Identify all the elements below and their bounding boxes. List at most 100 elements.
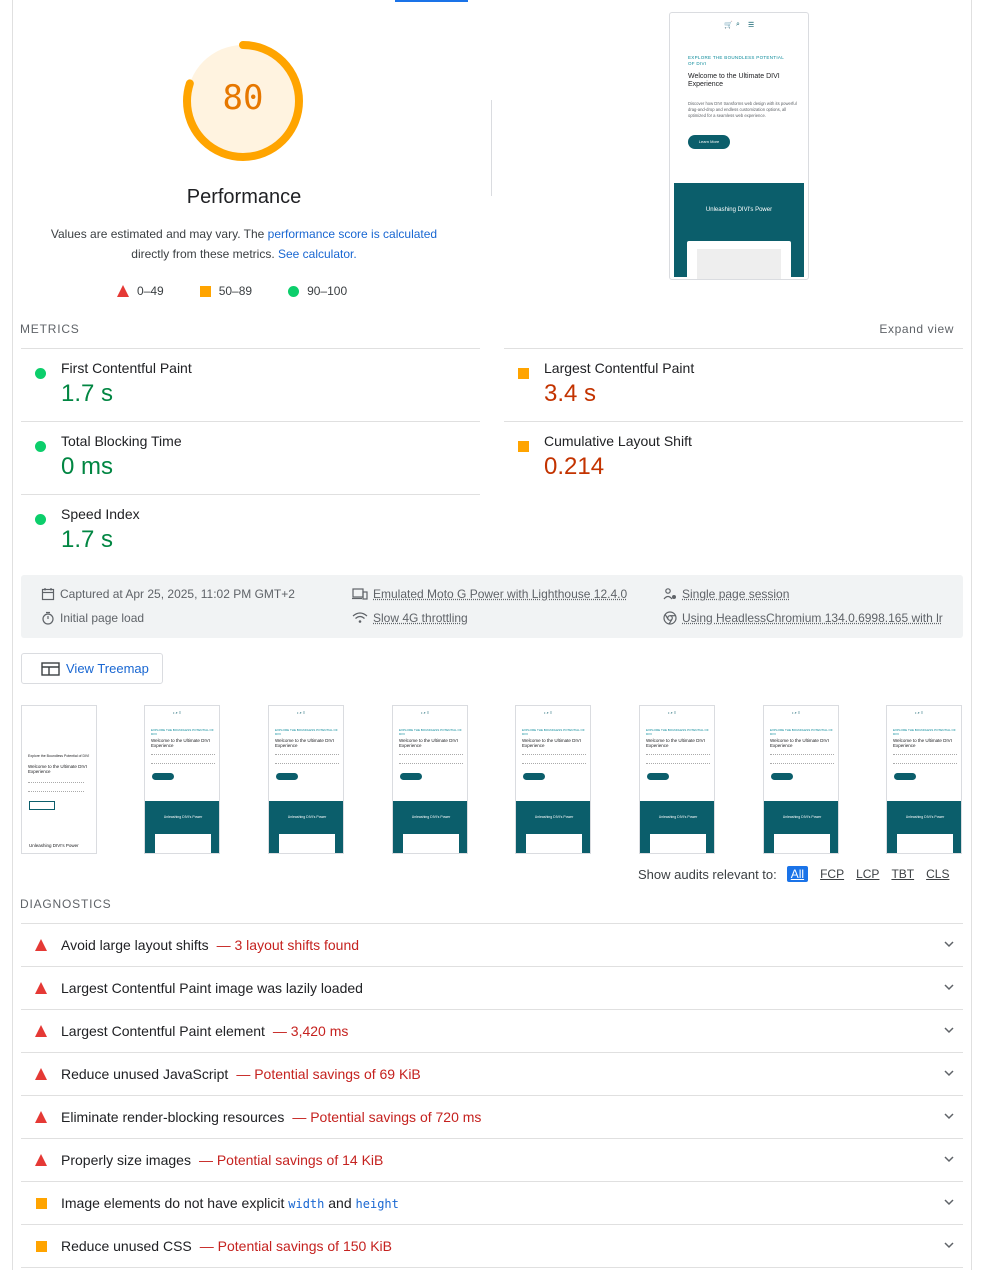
diagnostics-header: DIAGNOSTICS bbox=[20, 897, 112, 911]
final-screenshot[interactable]: 🛒 ⌕ ☰ EXPLORE THE BOUNDLESS POTENTIAL OF… bbox=[669, 12, 809, 280]
divider bbox=[504, 421, 963, 422]
devices-icon bbox=[352, 588, 368, 600]
score-value: 80 bbox=[222, 78, 264, 118]
frame-heading: Welcome to the Ultimate DIVI Experience bbox=[275, 738, 334, 748]
header-icons: • ⌕ ≡ bbox=[915, 710, 924, 715]
frame-band-title: Unleashing DIVI's Power bbox=[29, 843, 79, 848]
frame-band-title: Unleashing DIVI's Power bbox=[534, 815, 574, 819]
metric-label: Cumulative Layout Shift bbox=[544, 433, 692, 449]
audit-title: Image elements do not have explicit widt… bbox=[61, 1195, 399, 1211]
chevron-down-icon[interactable] bbox=[943, 1196, 955, 1208]
frame-band: Unleashing DIVI's Power bbox=[393, 801, 467, 853]
frame-body bbox=[151, 754, 215, 764]
legend-fail: 0–49 bbox=[137, 284, 164, 298]
frame-body bbox=[646, 754, 710, 764]
header-icons: • ⌕ ≡ bbox=[792, 710, 801, 715]
frame-kicker: EXPLORE THE BOUNDLESS POTENTIAL OF DIVI bbox=[770, 728, 833, 736]
session-row[interactable]: Single page session bbox=[663, 587, 789, 601]
divider bbox=[21, 494, 480, 495]
frame-card bbox=[774, 834, 830, 853]
screenshot-button: Learn More bbox=[688, 135, 730, 149]
filter-tbt[interactable]: TBT bbox=[891, 867, 914, 881]
chevron-down-icon[interactable] bbox=[943, 1153, 955, 1165]
filmstrip-frame: • ⌕ ≡ EXPLORE THE BOUNDLESS POTENTIAL OF … bbox=[392, 705, 468, 854]
frame-heading: Welcome to the Ultimate DIVI Experience bbox=[770, 738, 829, 748]
audit-title: Largest Contentful Paint image was lazil… bbox=[61, 980, 363, 996]
chevron-down-icon[interactable] bbox=[943, 1110, 955, 1122]
audit-row[interactable]: Largest Contentful Paint image was lazil… bbox=[21, 966, 963, 1009]
filter-lcp[interactable]: LCP bbox=[856, 867, 879, 881]
emulated-row[interactable]: Emulated Moto G Power with Lighthouse 12… bbox=[352, 587, 627, 601]
frame-button bbox=[152, 773, 174, 780]
chevron-down-icon[interactable] bbox=[943, 938, 955, 950]
audit-row[interactable]: Reduce unused JavaScript Potential savin… bbox=[21, 1052, 963, 1095]
filter-cls[interactable]: CLS bbox=[926, 867, 949, 881]
screenshot-body: Discover how DIVI transforms web design … bbox=[688, 101, 797, 118]
browser-row[interactable]: Using HeadlessChromium 134.0.6998.165 wi… bbox=[663, 611, 953, 625]
frame-kicker: EXPLORE THE BOUNDLESS POTENTIAL OF DIVI bbox=[893, 728, 956, 736]
active-tab-indicator bbox=[395, 0, 468, 2]
treemap-icon bbox=[41, 661, 60, 676]
audit-title: Avoid large layout shifts bbox=[61, 937, 209, 953]
audit-title: Reduce unused CSS bbox=[61, 1238, 192, 1254]
audit-row[interactable]: Largest Contentful Paint element 3,420 m… bbox=[21, 1009, 963, 1052]
frame-body bbox=[399, 754, 463, 764]
frame-kicker: EXPLORE THE BOUNDLESS POTENTIAL OF DIVI bbox=[646, 728, 709, 736]
frame-band: Unleashing DIVI's Power bbox=[516, 801, 590, 853]
throttling-row[interactable]: Slow 4G throttling bbox=[352, 611, 468, 625]
audit-row[interactable]: Avoid large layout shifts 3 layout shift… bbox=[21, 923, 963, 966]
frame-card bbox=[526, 834, 582, 853]
audit-title-part: Image elements do not have explicit bbox=[61, 1195, 289, 1211]
frame-card bbox=[650, 834, 706, 853]
chevron-down-icon[interactable] bbox=[943, 981, 955, 993]
captured-text: Captured at Apr 25, 2025, 11:02 PM GMT+2 bbox=[60, 587, 295, 601]
chevron-down-icon[interactable] bbox=[943, 1067, 955, 1079]
filmstrip-frame: • ⌕ ≡ EXPLORE THE BOUNDLESS POTENTIAL OF … bbox=[144, 705, 220, 854]
emulated-device-text[interactable]: Emulated Moto G Power with Lighthouse 12… bbox=[373, 587, 627, 601]
audit-code: width bbox=[288, 1197, 325, 1211]
audit-display-value: Potential savings of 69 KiB bbox=[236, 1066, 421, 1082]
average-square-icon bbox=[518, 368, 529, 379]
chevron-down-icon[interactable] bbox=[943, 1239, 955, 1251]
metric-label: Largest Contentful Paint bbox=[544, 360, 695, 376]
audit-display-value: Potential savings of 14 KiB bbox=[199, 1152, 384, 1168]
legend-pass: 90–100 bbox=[307, 284, 348, 298]
header-icons: • ⌕ ≡ bbox=[544, 710, 553, 715]
average-square-icon bbox=[35, 1197, 47, 1209]
browser-text[interactable]: Using HeadlessChromium 134.0.6998.165 wi… bbox=[682, 611, 943, 625]
pass-circle-icon bbox=[35, 514, 46, 525]
view-treemap-label: View Treemap bbox=[66, 661, 149, 676]
audit-row[interactable]: Image elements do not have explicit widt… bbox=[21, 1181, 963, 1224]
filter-all[interactable]: All bbox=[786, 866, 809, 882]
frame-card bbox=[897, 834, 953, 853]
fail-triangle-icon bbox=[35, 1154, 47, 1166]
chevron-down-icon[interactable] bbox=[943, 1024, 955, 1036]
score-calculated-link[interactable]: performance score is calculated bbox=[268, 227, 437, 241]
fail-triangle-icon bbox=[35, 1025, 47, 1037]
metric-label: Total Blocking Time bbox=[61, 433, 182, 449]
metric-label: First Contentful Paint bbox=[61, 360, 192, 376]
score-description: Values are estimated and may vary. The p… bbox=[44, 224, 444, 264]
audit-row[interactable]: Reduce unused CSS Potential savings of 1… bbox=[21, 1224, 963, 1267]
session-text[interactable]: Single page session bbox=[682, 587, 789, 601]
filmstrip-frame: • ⌕ ≡ EXPLORE THE BOUNDLESS POTENTIAL OF … bbox=[639, 705, 715, 854]
pass-circle-icon bbox=[35, 441, 46, 452]
metric-value: 3.4 s bbox=[544, 380, 597, 407]
expand-view-toggle[interactable]: Expand view bbox=[879, 322, 954, 336]
wifi-icon bbox=[352, 612, 368, 623]
audit-display-value: 3 layout shifts found bbox=[217, 937, 360, 953]
filmstrip-frame: • ⌕ ≡ EXPLORE THE BOUNDLESS POTENTIAL OF … bbox=[515, 705, 591, 854]
audit-row[interactable]: Eliminate render-blocking resources Pote… bbox=[21, 1095, 963, 1138]
throttling-text[interactable]: Slow 4G throttling bbox=[373, 611, 468, 625]
filter-label: Show audits relevant to: bbox=[638, 866, 777, 882]
audit-row[interactable]: Properly size images Potential savings o… bbox=[21, 1138, 963, 1181]
see-calculator-link[interactable]: See calculator. bbox=[278, 247, 357, 261]
screenshot-card-image bbox=[697, 249, 781, 279]
frame-heading: Welcome to the Ultimate DIVI Experience bbox=[893, 738, 952, 748]
frame-body bbox=[522, 754, 586, 764]
audit-code: height bbox=[355, 1197, 399, 1211]
divider bbox=[21, 421, 480, 422]
filter-fcp[interactable]: FCP bbox=[820, 867, 844, 881]
description-text-2: directly from these metrics. bbox=[131, 247, 278, 261]
view-treemap-button[interactable]: View Treemap bbox=[21, 653, 163, 684]
